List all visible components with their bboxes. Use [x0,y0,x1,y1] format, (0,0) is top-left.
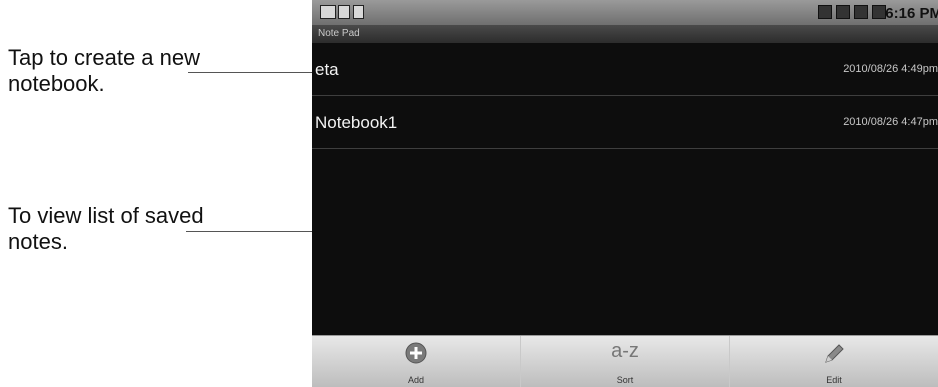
notebook-list: eta 2010/08/26 4:49pm Notebook1 2010/08/… [312,43,938,149]
add-button[interactable]: Add [312,336,520,387]
pencil-icon [825,344,844,363]
add-icon [405,342,427,364]
list-item[interactable]: Notebook1 2010/08/26 4:47pm [312,96,938,149]
sort-az-icon: a-z [611,340,639,362]
device-screen: 6:16 PM Note Pad eta 2010/08/26 4:49pm N… [312,0,938,387]
app-title-bar: Note Pad [312,25,938,43]
mute-icon [836,5,850,19]
notebook-name: eta [315,60,339,79]
battery-icon [818,5,832,19]
edit-label: Edit [826,375,842,385]
add-label: Add [407,375,424,385]
list-item[interactable]: eta 2010/08/26 4:49pm [312,43,938,96]
callout-leader-line [188,72,314,73]
usb-icon [338,5,350,19]
sync-icon [872,5,886,19]
clock: 6:16 PM [885,5,938,22]
status-right-group: 6:16 PM [818,3,938,23]
sort-label: Sort [616,375,634,385]
sd-card-icon [353,5,364,19]
edit-button[interactable]: Edit [729,336,938,387]
status-bar: 6:16 PM [312,0,938,25]
bottom-toolbar: Add a-z Sort Edit [312,335,938,387]
callout-create-notebook: Tap to create a new notebook. [8,45,201,96]
mail-icon [320,5,336,19]
notebook-date: 2010/08/26 4:47pm [843,116,938,128]
sort-button[interactable]: a-z Sort [520,336,729,387]
notebook-name: Notebook1 [315,113,398,132]
callout-leader-line [186,231,314,232]
signal-icon [854,5,868,19]
notebook-date: 2010/08/26 4:49pm [843,63,938,75]
callout-view-notes: To view list of saved notes. [8,203,204,254]
